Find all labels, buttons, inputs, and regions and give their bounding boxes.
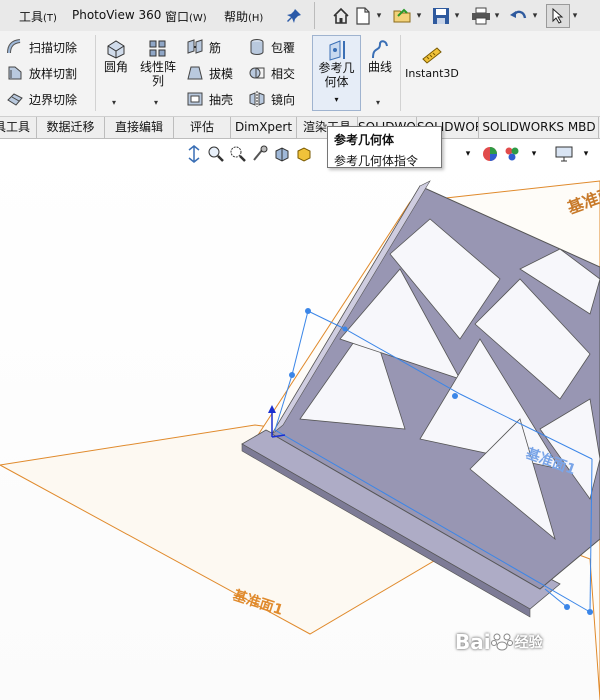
instant3d-button[interactable]: Instant3D	[404, 45, 460, 81]
model-scene[interactable]: 基准面1 基准面1 基准面1	[0, 139, 600, 700]
shell-button[interactable]: 抽壳	[186, 90, 233, 108]
linear-pattern-icon	[137, 38, 179, 60]
boundary-cut-label: 边界切除	[29, 92, 78, 107]
draft-icon	[186, 64, 204, 82]
fillet-label: 圆角	[103, 60, 128, 74]
shell-label: 抽壳	[209, 92, 234, 107]
tab-data-migration[interactable]: 数据迁移	[37, 117, 105, 138]
reference-geometry-tooltip: 参考几何体 参考几何体指令	[327, 126, 442, 168]
fillet-icon	[101, 38, 131, 60]
menu-separator	[314, 2, 315, 29]
undo-dropdown-icon[interactable]: ▾	[530, 11, 540, 21]
fillet-button[interactable]: 圆角	[101, 38, 131, 74]
intersect-icon	[248, 64, 266, 82]
print-icon[interactable]	[470, 5, 492, 27]
pin-icon[interactable]	[286, 3, 302, 28]
tab-solidworks-mbd[interactable]: SOLIDWORKS MBD	[480, 117, 599, 138]
linear-pattern-label-line1: 线性阵	[139, 60, 176, 74]
sweep-cut-label: 扫描切除	[29, 40, 78, 55]
select-arrow-icon[interactable]	[546, 3, 570, 28]
draft-button[interactable]: 拔模	[186, 64, 233, 82]
draft-label: 拔模	[209, 66, 234, 81]
tab-tools[interactable]: 具工具	[0, 117, 37, 138]
wrap-icon	[248, 38, 266, 56]
tab-evaluate[interactable]: 评估	[174, 117, 231, 138]
command-tabs: 具工具 数据迁移 直接编辑 评估 DimXpert 渲染工具 SOLIDWORK…	[0, 117, 600, 139]
reference-geometry-button[interactable]: 参考几 何体 ▾	[312, 35, 361, 111]
print-dropdown-icon[interactable]: ▾	[492, 11, 502, 21]
wrap-button[interactable]: 包覆	[248, 38, 295, 56]
new-document-icon[interactable]	[352, 5, 374, 27]
wrap-label: 包覆	[271, 40, 296, 55]
sweep-cut-icon	[6, 38, 24, 56]
fillet-dropdown-icon[interactable]: ▾	[112, 98, 116, 107]
menu-item-help[interactable]: 帮助(H)	[224, 8, 263, 25]
instant3d-label: Instant3D	[405, 67, 459, 80]
menu-item-edge[interactable]: ⁞	[0, 8, 1, 22]
rib-icon	[186, 38, 204, 56]
menu-item-photoview[interactable]: PhotoView 360	[72, 8, 161, 22]
boundary-cut-icon	[6, 90, 24, 108]
loft-cut-label: 放样切割	[29, 66, 78, 81]
new-dropdown-icon[interactable]: ▾	[374, 11, 384, 21]
intersect-label: 相交	[271, 66, 296, 81]
baidu-paw-icon	[490, 633, 513, 651]
menu-item-window[interactable]: 窗口(W)	[165, 8, 207, 25]
linear-pattern-dropdown-icon[interactable]: ▾	[154, 98, 158, 107]
curves-dropdown-icon[interactable]: ▾	[376, 98, 380, 107]
curves-button[interactable]: 曲线	[365, 38, 395, 74]
save-icon[interactable]	[430, 5, 452, 27]
curves-label: 曲线	[367, 60, 392, 74]
tooltip-title: 参考几何体	[334, 133, 395, 147]
open-dropdown-icon[interactable]: ▾	[414, 11, 424, 21]
tooltip-description: 参考几何体指令	[334, 154, 419, 168]
linear-pattern-label-line2: 列	[151, 74, 164, 88]
watermark-text: 经验	[514, 635, 543, 651]
tab-dimxpert[interactable]: DimXpert	[231, 117, 297, 138]
boundary-cut-button[interactable]: 边界切除	[6, 90, 77, 108]
reference-geometry-icon	[313, 39, 360, 61]
linear-pattern-button[interactable]: 线性阵 列	[137, 38, 179, 88]
mirror-label: 镜向	[271, 92, 296, 107]
reference-geometry-label-line1: 参考几	[318, 61, 355, 75]
home-icon[interactable]	[330, 5, 352, 27]
menu-bar: ⁞ 工具(T) PhotoView 360 窗口(W) 帮助(H) ▾ ▾ ▾ …	[0, 0, 600, 32]
save-dropdown-icon[interactable]: ▾	[452, 11, 462, 21]
reference-geometry-label-line2: 何体	[324, 75, 349, 89]
command-manager-ribbon: 扫描切除 放样切割 边界切除 圆角 ▾ 线性阵 列 ▾ 筋 拔模 抽壳 包覆 相…	[0, 31, 600, 117]
ribbon-separator	[400, 35, 401, 111]
menu-item-tools[interactable]: 工具(T)	[19, 8, 57, 25]
open-folder-icon[interactable]	[392, 5, 414, 27]
loft-cut-button[interactable]: 放样切割	[6, 64, 77, 82]
loft-cut-icon	[6, 64, 24, 82]
baidu-watermark: Bai 经验	[455, 630, 543, 654]
rib-label: 筋	[209, 40, 222, 55]
mirror-icon	[248, 90, 266, 108]
reference-geometry-dropdown-icon[interactable]: ▾	[313, 93, 360, 107]
curves-icon	[365, 38, 395, 60]
mirror-button[interactable]: 镜向	[248, 90, 295, 108]
watermark-brand: Bai	[455, 630, 491, 654]
select-dropdown-icon[interactable]: ▾	[570, 11, 580, 21]
graphics-viewport[interactable]: ▾ ▾ ▾ 基准面1 基准面1 基准面1	[0, 139, 600, 700]
shell-icon	[186, 90, 204, 108]
tab-direct-editing[interactable]: 直接编辑	[105, 117, 174, 138]
intersect-button[interactable]: 相交	[248, 64, 295, 82]
sweep-cut-button[interactable]: 扫描切除	[6, 38, 77, 56]
undo-icon[interactable]	[508, 5, 530, 27]
quick-access-toolbar: ▾ ▾ ▾ ▾ ▾ ▾	[330, 3, 580, 28]
rib-button[interactable]: 筋	[186, 38, 221, 56]
ribbon-separator	[95, 35, 96, 111]
instant3d-icon	[404, 45, 460, 67]
